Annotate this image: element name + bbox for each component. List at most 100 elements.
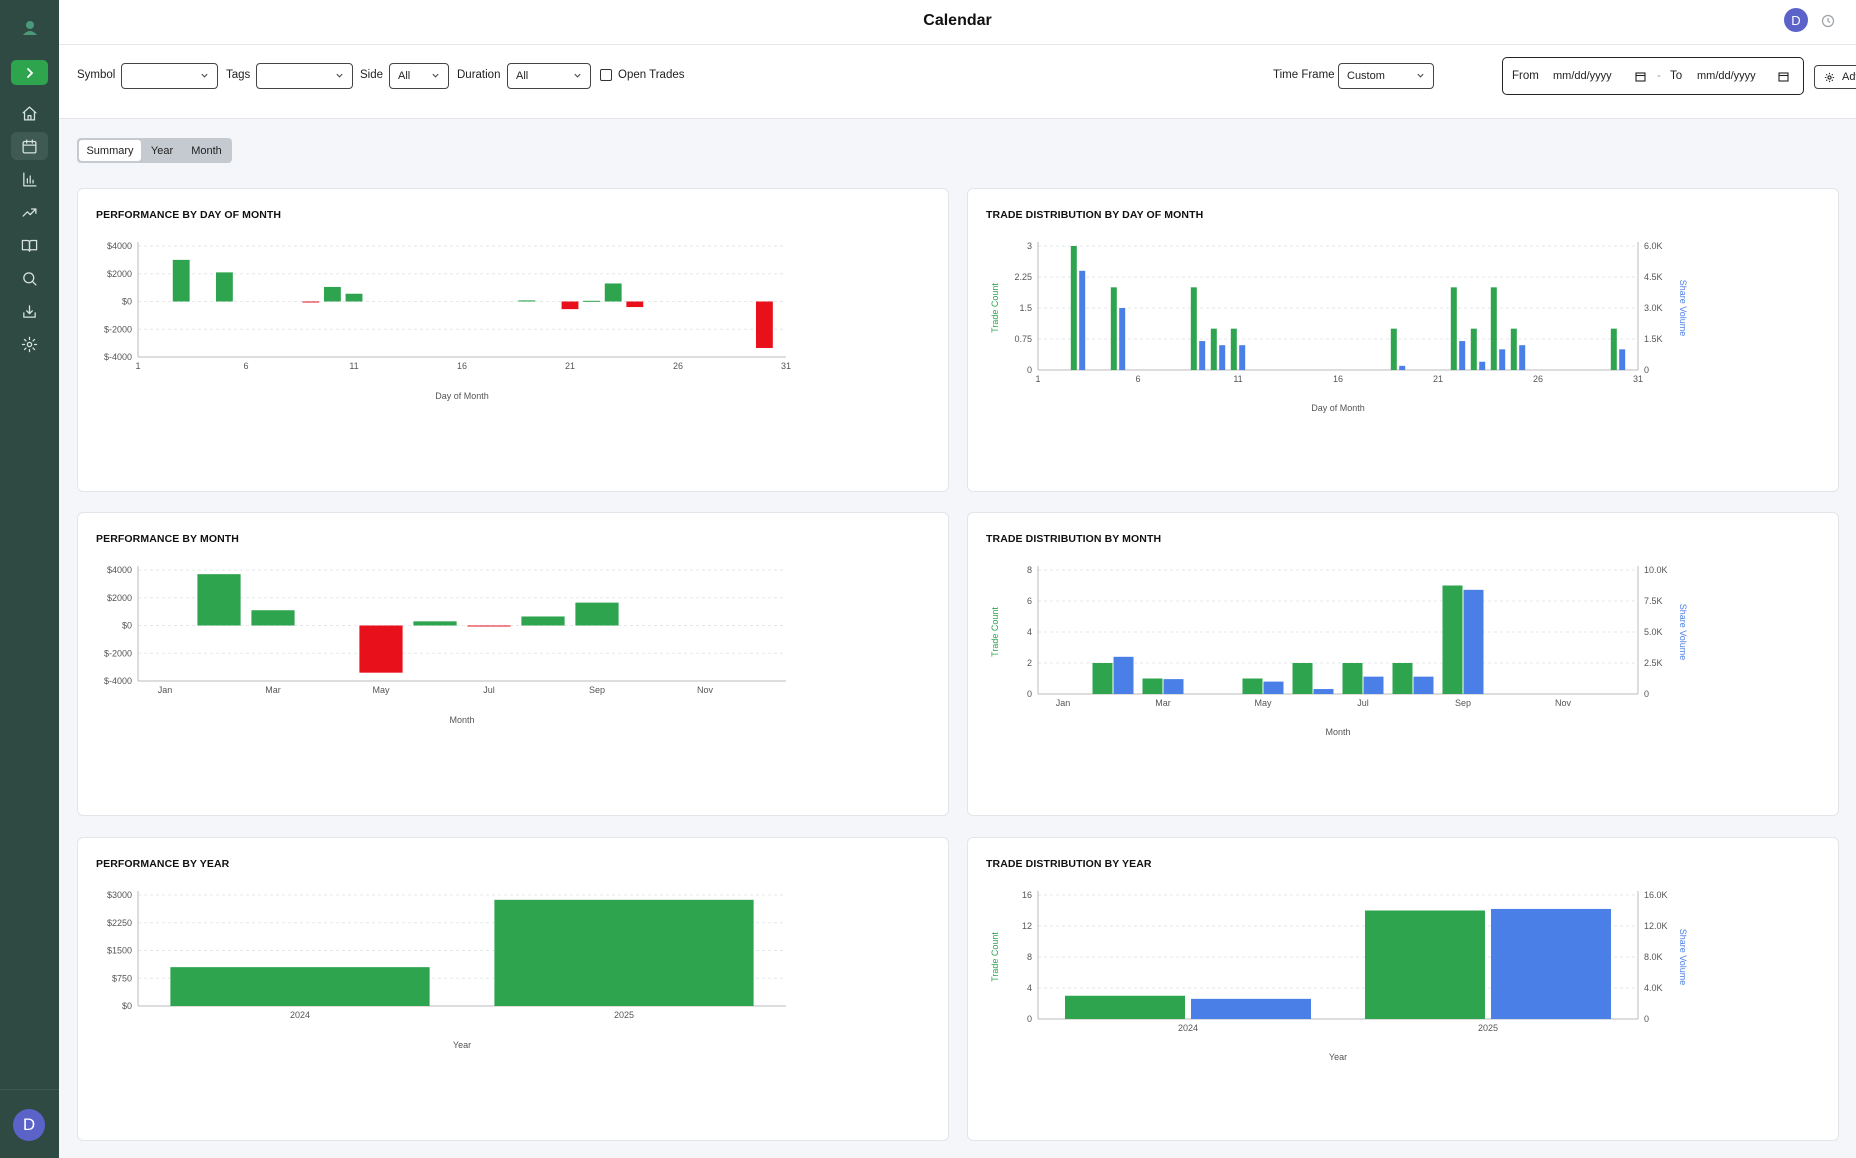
bar <box>583 300 601 302</box>
y-tick-label: $2250 <box>107 918 132 928</box>
y-tick-label: $2000 <box>107 593 132 603</box>
duration-select[interactable]: All <box>507 63 591 89</box>
y2-tick-label: 8.0K <box>1644 952 1663 962</box>
header-avatar[interactable]: D <box>1784 8 1808 32</box>
sidebar-item-trends[interactable] <box>11 198 48 226</box>
sidebar-item-import[interactable] <box>11 297 48 325</box>
expand-sidebar-button[interactable] <box>11 60 48 85</box>
share-volume-bar <box>1163 679 1184 694</box>
page-header: Calendar D <box>59 0 1856 45</box>
x-tick-label: Jan <box>1056 698 1071 708</box>
x-tick-label: 2025 <box>614 1010 634 1020</box>
x-tick-label: Jul <box>483 685 495 695</box>
sidebar-item-settings[interactable] <box>11 330 48 358</box>
side-value: All <box>398 70 411 82</box>
y-tick-label: 4 <box>1027 983 1032 993</box>
x-tick-label: 11 <box>349 361 358 371</box>
trend-icon <box>22 207 37 217</box>
sidebar: D <box>0 0 59 1158</box>
trade-count-bar <box>1342 663 1363 694</box>
trade-count-bar <box>1092 663 1113 694</box>
x-tick-label: Sep <box>589 685 605 695</box>
y-tick-label: $4000 <box>107 565 132 575</box>
x-tick-label: 16 <box>457 361 467 371</box>
chevron-down-icon <box>432 73 439 78</box>
x-tick-label: Jul <box>1357 698 1369 708</box>
share-volume-bar <box>1399 365 1406 370</box>
sidebar-item-home[interactable] <box>11 99 48 127</box>
chevron-right-icon <box>26 67 33 78</box>
sidebar-item-reports[interactable] <box>11 165 48 193</box>
chevron-down-icon <box>201 73 208 78</box>
x-axis-label: Day of Month <box>435 391 489 401</box>
share-volume-bar <box>1313 689 1334 694</box>
bar <box>755 301 773 348</box>
y2-axis-label: Share Volume <box>1678 280 1688 337</box>
chevron-down-icon <box>336 73 343 78</box>
y-tick-label: $-4000 <box>104 352 132 362</box>
symbol-select[interactable] <box>121 63 218 89</box>
from-date-input[interactable]: mm/dd/yyyy <box>1553 70 1612 82</box>
search-icon <box>23 271 37 286</box>
to-date-input[interactable]: mm/dd/yyyy <box>1697 70 1756 82</box>
x-tick-label: Mar <box>1155 698 1171 708</box>
bar <box>518 300 536 302</box>
y-tick-label: 3 <box>1027 241 1032 251</box>
bar <box>604 283 622 302</box>
calendar-picker-icon[interactable] <box>1635 71 1646 82</box>
calendar-icon <box>22 138 37 154</box>
side-label: Side <box>360 69 384 81</box>
open-trades-checkbox[interactable] <box>600 69 612 81</box>
y2-tick-label: 4.0K <box>1644 983 1663 993</box>
tags-select[interactable] <box>256 63 353 89</box>
performance-by-year-chart: $3000 $2250 $1500 $750 $0 Year 2024 2025 <box>107 890 786 1050</box>
y-tick-label: $750 <box>112 973 132 983</box>
trade-count-bar <box>1142 678 1163 694</box>
bar <box>170 967 430 1006</box>
timeframe-value: Custom <box>1347 70 1385 82</box>
x-tick-label: Jan <box>158 685 173 695</box>
from-label: From <box>1512 70 1539 82</box>
trade-count-bar <box>1190 287 1197 370</box>
advanced-button[interactable]: Advanced <box>1814 65 1856 89</box>
advanced-label: Advanced <box>1842 71 1856 83</box>
y2-tick-label: 7.5K <box>1644 596 1663 606</box>
card-distribution-by-year: TRADE DISTRIBUTION BY YEAR 16 12 8 4 0 16.0K 1… <box>967 837 1839 1141</box>
clock-icon[interactable] <box>1821 14 1835 28</box>
home-icon <box>22 105 37 121</box>
bar <box>215 272 233 302</box>
y2-tick-label: 1.5K <box>1644 334 1663 344</box>
bar <box>323 286 341 302</box>
y-tick-label: 0 <box>1027 365 1032 375</box>
side-select[interactable]: All <box>389 63 449 89</box>
timeframe-select[interactable]: Custom <box>1338 63 1434 89</box>
share-volume-bar <box>1263 681 1284 694</box>
sidebar-item-search[interactable] <box>11 264 48 292</box>
share-volume-bar <box>1199 341 1206 370</box>
share-volume-bar <box>1363 676 1384 694</box>
trade-count-bar <box>1610 328 1617 370</box>
chevron-down-icon <box>1417 73 1424 78</box>
trade-count-bar <box>1210 328 1217 370</box>
x-axis-label: Month <box>1325 727 1350 737</box>
y-tick-label: $1500 <box>107 946 132 956</box>
x-tick-label: 1 <box>1035 374 1040 384</box>
calendar-picker-icon[interactable] <box>1778 71 1789 82</box>
x-tick-label: May <box>372 685 390 695</box>
bar <box>172 259 190 302</box>
x-tick-label: 26 <box>1533 374 1543 384</box>
tab-month[interactable]: Month <box>183 140 230 161</box>
user-avatar[interactable]: D <box>13 1109 45 1141</box>
trade-count-bar <box>1490 287 1497 370</box>
bar <box>251 610 295 626</box>
card-performance-by-year: PERFORMANCE BY YEAR $3000 $2250 $1500 $750 $… <box>77 837 949 1141</box>
sidebar-item-journal[interactable] <box>11 231 48 259</box>
tab-summary[interactable]: Summary <box>79 140 141 161</box>
sidebar-item-calendar[interactable] <box>11 132 48 160</box>
x-tick-label: Nov <box>1555 698 1572 708</box>
share-volume-bar <box>1219 345 1226 370</box>
trade-count-bar <box>1470 328 1477 370</box>
tab-year[interactable]: Year <box>141 140 183 161</box>
y-tick-label: 0.75 <box>1014 334 1032 344</box>
y-tick-label: 6 <box>1027 596 1032 606</box>
